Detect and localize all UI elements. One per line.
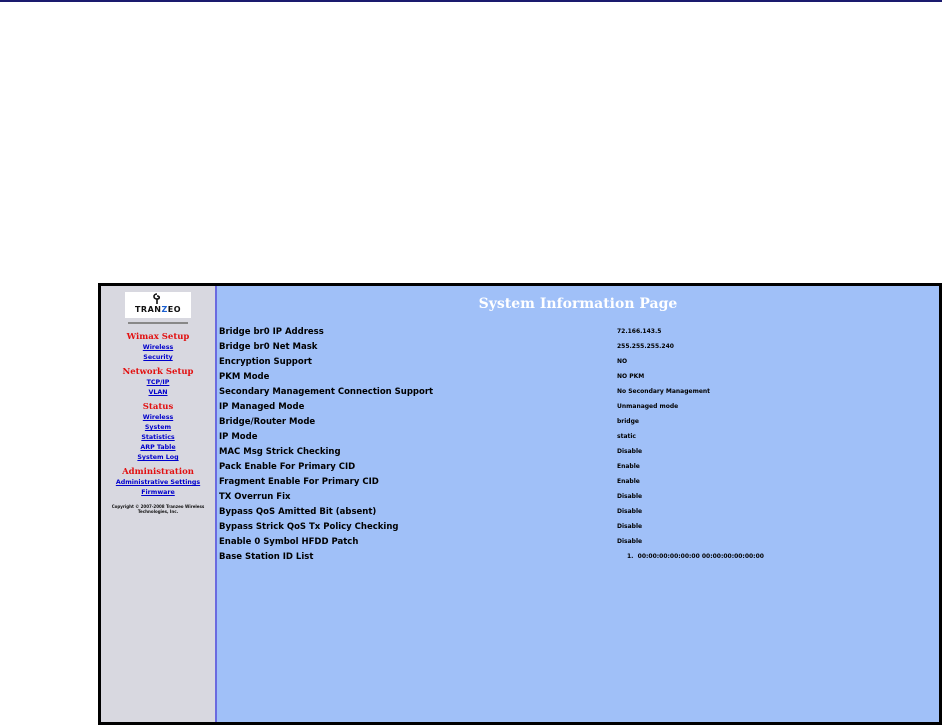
info-label: Pack Enable For Primary CID [219, 461, 356, 472]
info-label: Bypass Strick QoS Tx Policy Checking [219, 521, 399, 532]
nav-heading: Status [142, 402, 174, 412]
info-row: Bridge br0 Net Mask 255.255.255.240 [219, 339, 764, 354]
info-label: Fragment Enable For Primary CID [219, 476, 379, 487]
info-value: Disable [617, 448, 643, 455]
info-value: NO [617, 358, 628, 365]
base-station-label: Base Station ID List [219, 551, 314, 562]
info-row: IP Managed Mode Unmanaged mode [219, 399, 764, 414]
info-row: Pack Enable For Primary CID Enable [219, 459, 764, 474]
info-row: Secondary Management Connection Support N… [219, 384, 764, 399]
logo-swirl-icon [153, 293, 161, 304]
nav-link-security[interactable]: Security [101, 353, 215, 363]
nav-link-tcp-ip[interactable]: TCP/IP [101, 378, 215, 388]
system-info-table: Bridge br0 IP Address 72.166.143.5 Bridge … [219, 324, 764, 564]
info-value: bridge [617, 418, 639, 425]
info-row: Bridge/Router Mode bridge [219, 414, 764, 429]
info-row: Bypass QoS Amitted Bit (absent) Disable [219, 504, 764, 519]
nav-link-firmware[interactable]: Firmware [101, 488, 215, 498]
info-label: Bridge/Router Mode [219, 416, 316, 427]
nav-section-network-setup: Network Setup TCP/IP VLAN [101, 367, 215, 398]
info-value: Enable [617, 478, 640, 485]
info-value: 72.166.143.5 [617, 328, 662, 335]
info-value: Enable [617, 463, 640, 470]
info-label: PKM Mode [219, 371, 270, 382]
info-value: static [617, 433, 636, 440]
base-station-id: 00:00:00:00:00:00 00:00:00:00:00:00 [637, 553, 764, 560]
info-row: Enable 0 Symbol HFDD Patch Disable [219, 534, 764, 549]
info-label: Enable 0 Symbol HFDD Patch [219, 536, 359, 547]
nav-link-wimax-wireless[interactable]: Wireless [101, 343, 215, 353]
nav-section-administration: Administration Administrative Settings F… [101, 467, 215, 498]
info-value: Disable [617, 508, 643, 515]
info-label: Secondary Management Connection Support [219, 386, 434, 397]
sidebar: TRANZEO Wimax Setup Wireless Security Ne… [101, 286, 217, 722]
admin-frame: TRANZEO Wimax Setup Wireless Security Ne… [98, 283, 942, 725]
info-value: Disable [617, 538, 643, 545]
info-row: IP Mode static [219, 429, 764, 444]
nav-section-wimax-setup: Wimax Setup Wireless Security [101, 332, 215, 363]
info-label: Bridge br0 IP Address [219, 326, 324, 337]
nav-link-status-wireless[interactable]: Wireless [101, 413, 215, 423]
info-label: MAC Msg Strick Checking [219, 446, 341, 457]
info-value: Disable [617, 523, 643, 530]
top-rule [0, 0, 942, 2]
nav-link-system-log[interactable]: System Log [101, 453, 215, 463]
info-row: Bypass Strick QoS Tx Policy Checking Disa… [219, 519, 764, 534]
info-value: Disable [617, 493, 643, 500]
main-content: System Information Page Bridge br0 IP Ad… [217, 286, 939, 722]
info-row: MAC Msg Strick Checking Disable [219, 444, 764, 459]
base-station-item: 1. 00:00:00:00:00:00 00:00:00:00:00:00 [617, 553, 764, 560]
nav-heading: Network Setup [122, 367, 194, 377]
base-station-row: Base Station ID List 1. 00:00:00:00:00:00… [219, 549, 764, 564]
tranzeo-logo: TRANZEO [125, 292, 191, 318]
nav-link-arp-table[interactable]: ARP Table [101, 443, 215, 453]
page-title: System Information Page [478, 296, 678, 312]
info-row: TX Overrun Fix Disable [219, 489, 764, 504]
logo-divider [128, 322, 188, 324]
nav-link-vlan[interactable]: VLAN [101, 388, 215, 398]
info-label: IP Managed Mode [219, 401, 305, 412]
info-value: 255.255.255.240 [617, 343, 674, 350]
nav-link-system[interactable]: System [101, 423, 215, 433]
copyright-notice: Copyright © 2007-2008 Tranzeo Wireless T… [111, 504, 205, 514]
info-label: Encryption Support [219, 356, 312, 367]
info-value: No Secondary Management [617, 388, 711, 395]
nav-link-statistics[interactable]: Statistics [101, 433, 215, 443]
info-label: IP Mode [219, 431, 258, 442]
info-row: Fragment Enable For Primary CID Enable [219, 474, 764, 489]
info-row: Bridge br0 IP Address 72.166.143.5 [219, 324, 764, 339]
info-label: Bridge br0 Net Mask [219, 341, 318, 352]
nav-heading: Administration [122, 467, 194, 477]
logo-text: TRANZEO [134, 305, 182, 314]
nav-section-status: Status Wireless System Statistics ARP Ta… [101, 402, 215, 463]
nav-heading: Wimax Setup [126, 332, 190, 342]
info-label: TX Overrun Fix [219, 491, 291, 502]
nav-link-administrative-settings[interactable]: Administrative Settings [101, 478, 215, 488]
base-station-list: 1. 00:00:00:00:00:00 00:00:00:00:00:00 [617, 549, 764, 564]
info-row: Encryption Support NO [219, 354, 764, 369]
info-value: Unmanaged mode [617, 403, 679, 410]
info-row: PKM Mode NO PKM [219, 369, 764, 384]
info-value: NO PKM [617, 373, 645, 380]
info-label: Bypass QoS Amitted Bit (absent) [219, 506, 377, 517]
